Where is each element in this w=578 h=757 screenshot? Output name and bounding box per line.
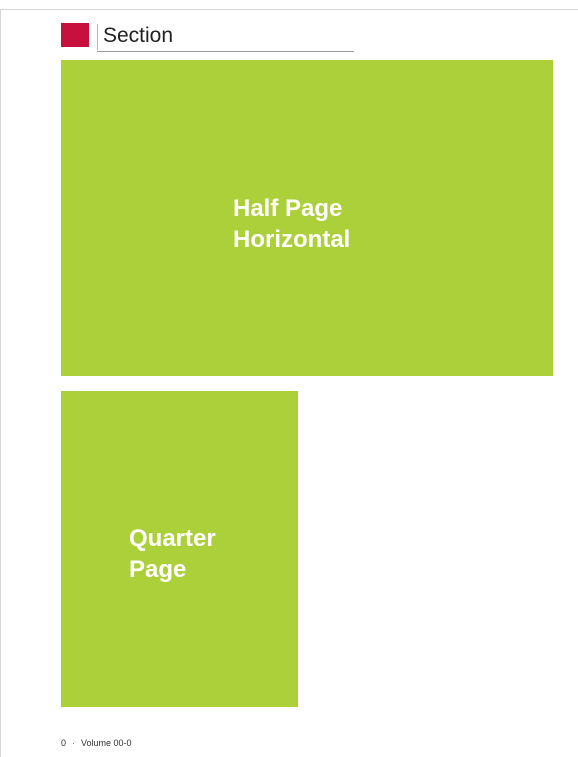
section-title: Section xyxy=(103,24,174,47)
left-rule xyxy=(0,9,1,757)
section-marker-square xyxy=(61,23,89,47)
quarter-page-ad: Quarter Page xyxy=(61,391,298,707)
quarter-page-ad-line2: Page xyxy=(129,556,187,583)
page-number: 0 xyxy=(61,738,67,748)
half-page-horizontal-ad: Half Page Horizontal xyxy=(61,60,553,376)
section-divider xyxy=(97,24,98,50)
volume-label: Volume 00-0 xyxy=(81,738,132,748)
half-page-ad-line1: Half Page xyxy=(233,195,343,222)
footer-separator: · xyxy=(72,738,76,748)
page-footer: 0 · Volume 00-0 xyxy=(61,737,132,749)
section-header: Section xyxy=(61,23,354,53)
top-rule xyxy=(0,9,578,10)
section-underline xyxy=(97,51,354,52)
magazine-page: Section Half Page Horizontal Quarter Pag… xyxy=(0,0,578,757)
half-page-ad-label: Half Page Horizontal xyxy=(233,193,350,255)
half-page-ad-line2: Horizontal xyxy=(233,226,351,253)
quarter-page-ad-label: Quarter Page xyxy=(129,523,216,585)
quarter-page-ad-line1: Quarter xyxy=(129,525,216,552)
